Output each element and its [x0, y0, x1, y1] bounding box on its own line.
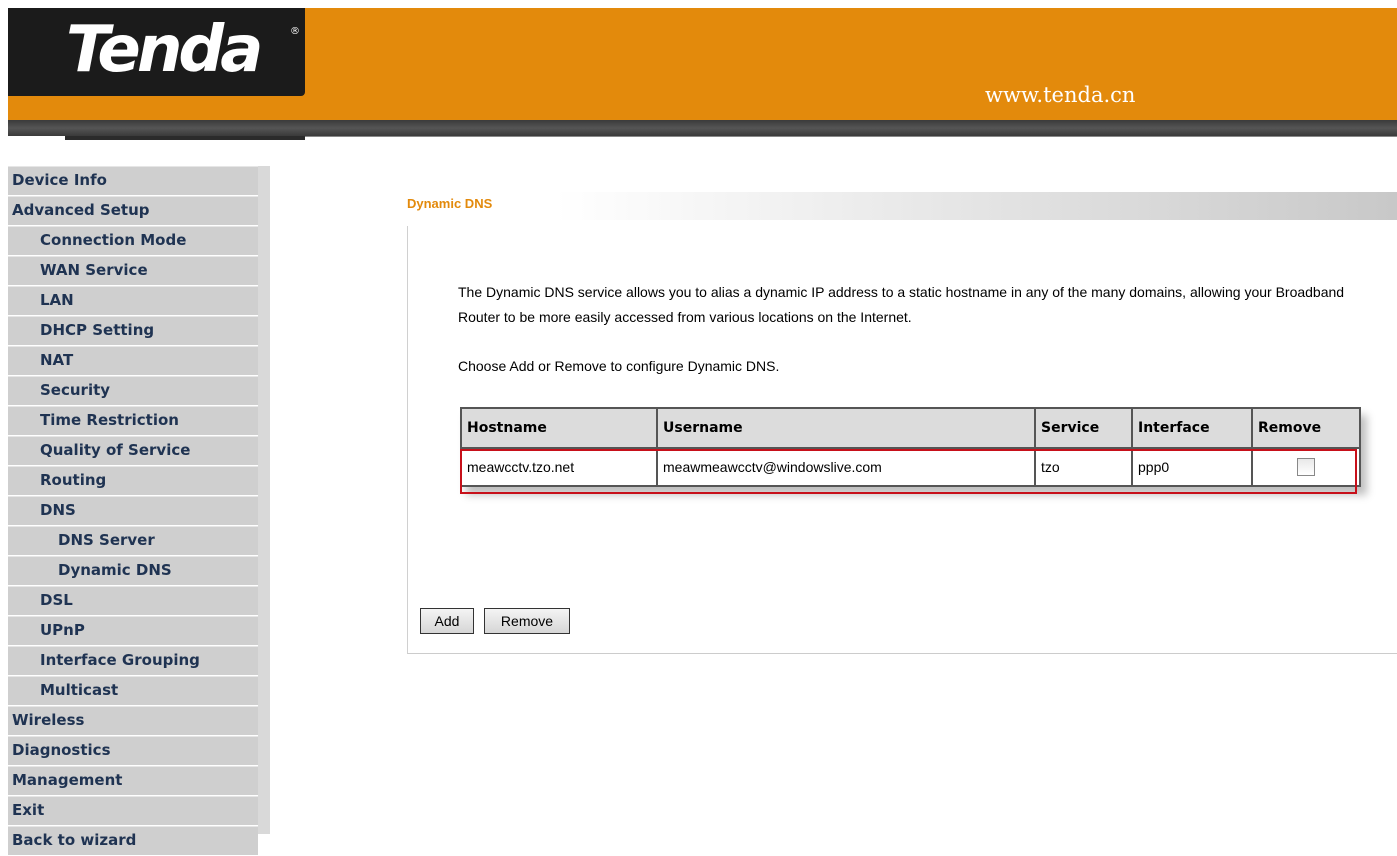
cell-service: tzo	[1034, 447, 1133, 487]
sidebar-item-security[interactable]: Security	[8, 376, 258, 405]
sidebar-item-dsl[interactable]: DSL	[8, 586, 258, 615]
instruction-text: Choose Add or Remove to configure Dynami…	[458, 358, 780, 374]
sidebar-item-advanced-setup[interactable]: Advanced Setup	[8, 196, 258, 225]
cell-username: meawmeawcctv@windowslive.com	[656, 447, 1036, 487]
column-header-remove: Remove	[1251, 407, 1361, 449]
sidebar-item-wireless[interactable]: Wireless	[8, 706, 258, 735]
header: Tenda ® www.tenda.cn	[0, 0, 1397, 152]
sidebar-item-device-info[interactable]: Device Info	[8, 166, 258, 195]
cell-remove	[1251, 447, 1361, 487]
sidebar-item-time-restriction[interactable]: Time Restriction	[8, 406, 258, 435]
header-divider	[8, 120, 1397, 136]
cell-hostname: meawcctv.tzo.net	[460, 447, 658, 487]
remove-checkbox[interactable]	[1297, 458, 1315, 477]
remove-button[interactable]: Remove	[484, 608, 570, 634]
sidebar-item-interface-grouping[interactable]: Interface Grouping	[8, 646, 258, 675]
sidebar-item-dns[interactable]: DNS	[8, 496, 258, 525]
sidebar-item-dynamic-dns[interactable]: Dynamic DNS	[8, 556, 258, 585]
site-url: www.tenda.cn	[985, 83, 1136, 107]
table-row: meawcctv.tzo.net meawmeawcctv@windowsliv…	[460, 447, 1361, 487]
header-divider-accent	[65, 136, 305, 140]
section-header-bar	[407, 192, 1397, 220]
sidebar-item-connection-mode[interactable]: Connection Mode	[8, 226, 258, 255]
sidebar-item-quality-of-service[interactable]: Quality of Service	[8, 436, 258, 465]
column-header-hostname: Hostname	[460, 407, 658, 449]
sidebar-item-wan-service[interactable]: WAN Service	[8, 256, 258, 285]
description-text: The Dynamic DNS service allows you to al…	[458, 284, 1345, 325]
cell-interface: ppp0	[1131, 447, 1253, 487]
sidebar-item-dns-server[interactable]: DNS Server	[8, 526, 258, 555]
sidebar-item-routing[interactable]: Routing	[8, 466, 258, 495]
sidebar-item-exit[interactable]: Exit	[8, 796, 258, 825]
sidebar-item-lan[interactable]: LAN	[8, 286, 258, 315]
ddns-table: Hostname Username Service Interface Remo…	[460, 407, 1361, 487]
logo-text: Tenda	[66, 13, 263, 87]
sidebar-item-management[interactable]: Management	[8, 766, 258, 795]
sidebar-item-back-to-wizard[interactable]: Back to wizard	[8, 826, 258, 855]
sidebar-item-multicast[interactable]: Multicast	[8, 676, 258, 705]
sidebar-nav: Device Info Advanced Setup Connection Mode…	[8, 166, 258, 856]
add-button[interactable]: Add	[420, 608, 474, 634]
table-header-row: Hostname Username Service Interface Remo…	[460, 407, 1361, 449]
logo: Tenda ®	[8, 8, 305, 96]
sidebar-item-diagnostics[interactable]: Diagnostics	[8, 736, 258, 765]
sidebar-item-nat[interactable]: NAT	[8, 346, 258, 375]
header-divider-line	[305, 136, 1397, 137]
section-title: Dynamic DNS	[407, 196, 493, 211]
column-header-username: Username	[656, 407, 1036, 449]
sidebar-divider	[258, 166, 270, 834]
column-header-service: Service	[1034, 407, 1133, 449]
registered-mark: ®	[290, 26, 300, 37]
sidebar-item-dhcp-setting[interactable]: DHCP Setting	[8, 316, 258, 345]
sidebar-item-upnp[interactable]: UPnP	[8, 616, 258, 645]
column-header-interface: Interface	[1131, 407, 1253, 449]
